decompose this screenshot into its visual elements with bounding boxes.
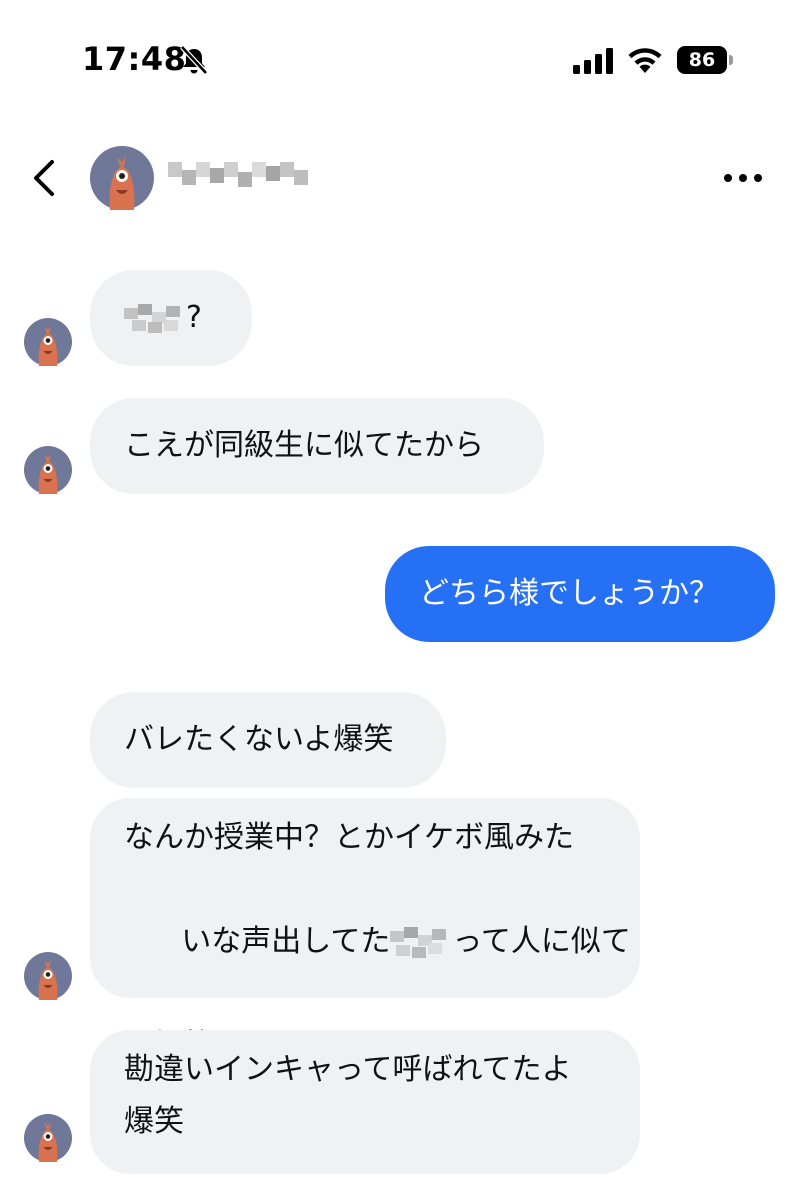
message-line-part: いな声出してた bbox=[181, 924, 391, 959]
wifi-icon bbox=[628, 48, 662, 73]
signal-icon bbox=[573, 48, 613, 74]
sender-avatar[interactable] bbox=[24, 318, 72, 366]
incoming-message-bubble[interactable]: なんか授業中？とかイケボ風みた いな声出してた って人に似て て爆笑 bbox=[90, 798, 640, 1063]
avatar-image bbox=[24, 952, 72, 1000]
incoming-message-bubble[interactable]: ? bbox=[90, 270, 252, 366]
message-text: こえが同級生に似てたから bbox=[124, 428, 484, 463]
message-line-part: って人に似て bbox=[452, 924, 631, 959]
status-bar: 17:48 86 bbox=[0, 0, 799, 120]
battery-level: 86 bbox=[677, 46, 727, 74]
incoming-message-bubble[interactable]: バレたくないよ爆笑 bbox=[90, 692, 446, 788]
battery-tip bbox=[729, 55, 733, 65]
message-line: いな声出してた って人に似て bbox=[124, 864, 631, 1020]
sender-avatar[interactable] bbox=[24, 952, 72, 1000]
message-line: なんか授業中？とかイケボ風みた bbox=[124, 820, 574, 855]
sender-avatar[interactable] bbox=[24, 446, 72, 494]
chat-header bbox=[0, 140, 799, 220]
more-dots-icon[interactable] bbox=[718, 168, 768, 188]
contact-avatar[interactable] bbox=[90, 146, 154, 210]
back-chevron-icon[interactable] bbox=[30, 158, 60, 198]
status-time: 17:48 bbox=[82, 40, 187, 78]
outgoing-message-bubble[interactable]: どちら様でしょうか？ bbox=[385, 546, 775, 642]
censored-name-pixels bbox=[168, 162, 308, 192]
avatar-image bbox=[24, 318, 72, 366]
censored-name bbox=[124, 302, 186, 334]
avatar-image bbox=[24, 1114, 72, 1162]
avatar-image bbox=[24, 446, 72, 494]
sender-avatar[interactable] bbox=[24, 1114, 72, 1162]
censored-name bbox=[390, 926, 452, 959]
battery-icon: 86 bbox=[677, 46, 733, 74]
incoming-message-bubble[interactable]: こえが同級生に似てたから bbox=[90, 398, 544, 494]
bell-muted-icon bbox=[180, 45, 208, 75]
message-text: どちら様でしょうか？ bbox=[419, 576, 719, 611]
message-line: 爆笑 bbox=[124, 1104, 184, 1139]
avatar-image bbox=[90, 146, 154, 210]
message-line: 勘違いインキャって呼ばれてたよ bbox=[124, 1052, 572, 1087]
incoming-message-bubble[interactable]: 勘違いインキャって呼ばれてたよ 爆笑 bbox=[90, 1030, 640, 1174]
message-text: ? bbox=[186, 300, 202, 335]
message-text: バレたくないよ爆笑 bbox=[124, 722, 394, 757]
contact-name[interactable] bbox=[168, 162, 308, 192]
